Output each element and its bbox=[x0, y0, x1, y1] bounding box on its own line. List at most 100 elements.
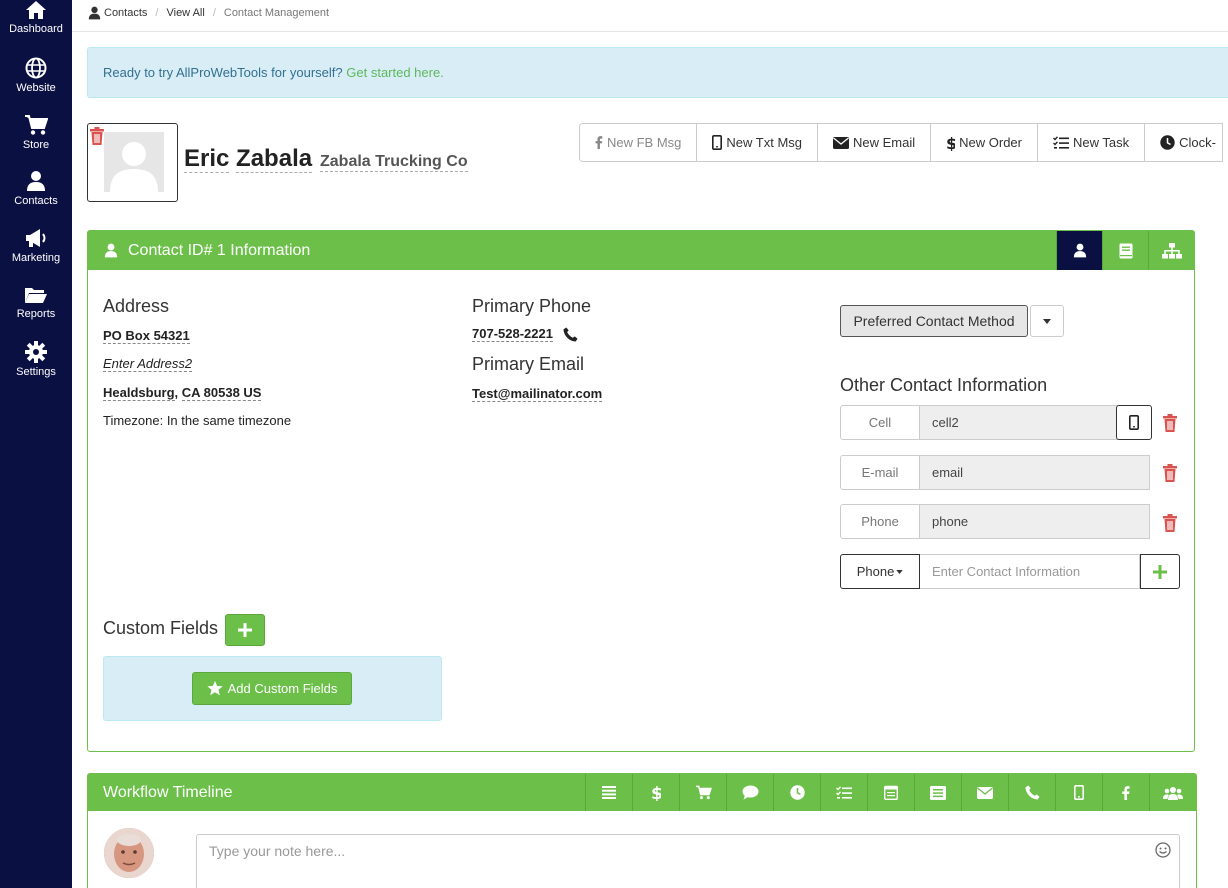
promo-alert-text: Ready to try AllProWebTools for yourself… bbox=[103, 65, 347, 80]
phone-icon[interactable] bbox=[563, 326, 578, 342]
preferred-contact-method-dropdown[interactable] bbox=[1030, 305, 1064, 337]
sidebar-item-store[interactable]: Store bbox=[0, 114, 72, 151]
sidebar-item-label: Contacts bbox=[14, 195, 58, 207]
filter-users-icon[interactable] bbox=[1149, 774, 1196, 811]
delete-contact-info-icon[interactable] bbox=[1162, 414, 1178, 437]
contact-type-label: E-mail bbox=[840, 455, 920, 490]
sidebar-item-dashboard[interactable]: Dashboard bbox=[0, 0, 72, 35]
filter-calendar-icon[interactable] bbox=[867, 774, 914, 811]
custom-fields-title: Custom Fields bbox=[103, 618, 219, 638]
tab-contact-info[interactable] bbox=[1056, 231, 1102, 270]
new-txt-msg-button[interactable]: New Txt Msg bbox=[697, 124, 819, 161]
contact-type-label: Phone bbox=[840, 504, 920, 539]
avatar-placeholder bbox=[104, 132, 164, 192]
new-fb-msg-button[interactable]: New FB Msg bbox=[580, 124, 698, 161]
filter-mobile-icon[interactable] bbox=[1055, 774, 1102, 811]
new-email-button[interactable]: New Email bbox=[818, 124, 932, 161]
sidebar-item-marketing[interactable]: Marketing bbox=[0, 227, 72, 264]
action-toolbar: New FB Msg New Txt Msg New Email $ New O… bbox=[579, 123, 1223, 162]
preferred-contact-method-button[interactable]: Preferred Contact Method bbox=[840, 305, 1028, 337]
address-line2[interactable]: Enter Address2 bbox=[103, 356, 193, 372]
contact-name: Eric Zabala bbox=[184, 145, 313, 173]
other-contact-row-phone: Phone phone bbox=[840, 504, 1150, 539]
user-icon bbox=[27, 171, 45, 191]
contact-info-input[interactable]: Enter Contact Information bbox=[920, 554, 1140, 589]
caret-down-icon bbox=[1043, 318, 1051, 324]
address-city[interactable]: Healdsburg bbox=[103, 385, 175, 401]
dollar-icon: $ bbox=[946, 135, 955, 151]
timezone-text: Timezone: In the same timezone bbox=[103, 413, 292, 428]
address-city-line: Healdsburg, CA 80538 US bbox=[103, 385, 262, 401]
header-divider bbox=[72, 31, 1228, 32]
address-title: Address bbox=[103, 296, 170, 316]
filter-phone-icon[interactable] bbox=[1008, 774, 1055, 811]
clock-icon bbox=[1160, 135, 1175, 150]
sidebar-item-contacts[interactable]: Contacts bbox=[0, 170, 72, 207]
add-custom-field-button[interactable] bbox=[225, 614, 265, 646]
contact-value-field[interactable]: cell2 bbox=[920, 405, 1118, 440]
breadcrumb: Contacts / View All / Contact Management bbox=[88, 4, 329, 22]
sidebar-item-website[interactable]: Website bbox=[0, 57, 72, 94]
mobile-icon bbox=[712, 135, 723, 150]
sitemap-icon bbox=[1161, 242, 1182, 258]
other-contact-title: Other Contact Information bbox=[840, 375, 1048, 395]
filter-facebook-icon[interactable] bbox=[1102, 774, 1149, 811]
clock-button[interactable]: Clock- bbox=[1145, 124, 1223, 161]
breadcrumb-view-all-link[interactable]: View All bbox=[166, 7, 204, 19]
other-contact-row-email: E-mail email bbox=[840, 455, 1150, 490]
contact-info-title: Contact ID# 1 Information bbox=[128, 241, 311, 259]
delete-contact-icon[interactable] bbox=[89, 127, 105, 150]
sidebar-item-label: Settings bbox=[16, 366, 56, 378]
breadcrumb-separator: / bbox=[212, 7, 216, 19]
contact-type-select[interactable]: Phone bbox=[840, 554, 920, 589]
new-order-button[interactable]: $ New Order bbox=[931, 124, 1038, 161]
contact-company[interactable]: Zabala Trucking Co bbox=[320, 153, 468, 172]
tab-notes[interactable] bbox=[1102, 231, 1148, 270]
gear-icon bbox=[25, 341, 47, 363]
primary-email-value[interactable]: Test@mailinator.com bbox=[472, 386, 603, 402]
add-contact-info-button[interactable] bbox=[1140, 554, 1180, 589]
get-started-link[interactable]: Get started here. bbox=[346, 65, 444, 80]
workflow-timeline-header: Workflow Timeline $ bbox=[88, 774, 1196, 811]
sidebar-item-settings[interactable]: Settings bbox=[0, 341, 72, 378]
user-icon bbox=[1073, 243, 1086, 258]
filter-dollar-icon[interactable]: $ bbox=[632, 774, 679, 811]
workflow-filter-tabs: $ bbox=[585, 774, 1196, 811]
contact-value-field[interactable]: phone bbox=[920, 504, 1150, 539]
address-state-zip[interactable]: CA 80538 US bbox=[181, 385, 262, 401]
filter-cart-icon[interactable] bbox=[679, 774, 726, 811]
filter-comment-icon[interactable] bbox=[726, 774, 773, 811]
home-icon bbox=[26, 1, 46, 19]
megaphone-icon bbox=[26, 229, 46, 247]
primary-phone-value[interactable]: 707-528-2221 bbox=[472, 326, 553, 342]
tab-hierarchy[interactable] bbox=[1148, 231, 1194, 270]
add-custom-fields-button[interactable]: Add Custom Fields bbox=[192, 672, 352, 705]
sidebar-item-label: Store bbox=[22, 139, 50, 151]
filter-all-icon[interactable] bbox=[585, 774, 632, 811]
new-task-button[interactable]: New Task bbox=[1038, 124, 1146, 161]
book-icon bbox=[1119, 243, 1132, 258]
delete-contact-info-icon[interactable] bbox=[1162, 464, 1178, 487]
new-contact-info-row: Phone Enter Contact Information bbox=[840, 554, 1180, 589]
filter-list-icon[interactable] bbox=[914, 774, 961, 811]
smile-icon[interactable] bbox=[1155, 842, 1171, 858]
contact-value-field[interactable]: email bbox=[920, 455, 1150, 490]
caret-down-icon bbox=[896, 569, 903, 574]
filter-tasks-icon[interactable] bbox=[820, 774, 867, 811]
filter-email-icon[interactable] bbox=[961, 774, 1008, 811]
globe-icon bbox=[25, 57, 47, 79]
note-textarea[interactable]: Type your note here... bbox=[196, 834, 1180, 888]
contact-first-name[interactable]: Eric bbox=[184, 145, 230, 173]
address-line1[interactable]: PO Box 54321 bbox=[103, 328, 190, 344]
folder-icon bbox=[25, 288, 47, 303]
delete-contact-info-icon[interactable] bbox=[1162, 514, 1178, 537]
breadcrumb-contacts-link[interactable]: Contacts bbox=[104, 7, 147, 19]
user-avatar bbox=[104, 828, 154, 878]
sidebar-item-label: Website bbox=[16, 82, 56, 94]
sms-toggle-button[interactable] bbox=[1116, 405, 1152, 440]
sidebar-item-reports[interactable]: Reports bbox=[0, 285, 72, 320]
other-contact-row-cell: Cell cell2 bbox=[840, 405, 1152, 440]
filter-clock-icon[interactable] bbox=[773, 774, 820, 811]
contact-last-name[interactable]: Zabala bbox=[236, 145, 313, 173]
contact-type-label: Cell bbox=[840, 405, 920, 440]
